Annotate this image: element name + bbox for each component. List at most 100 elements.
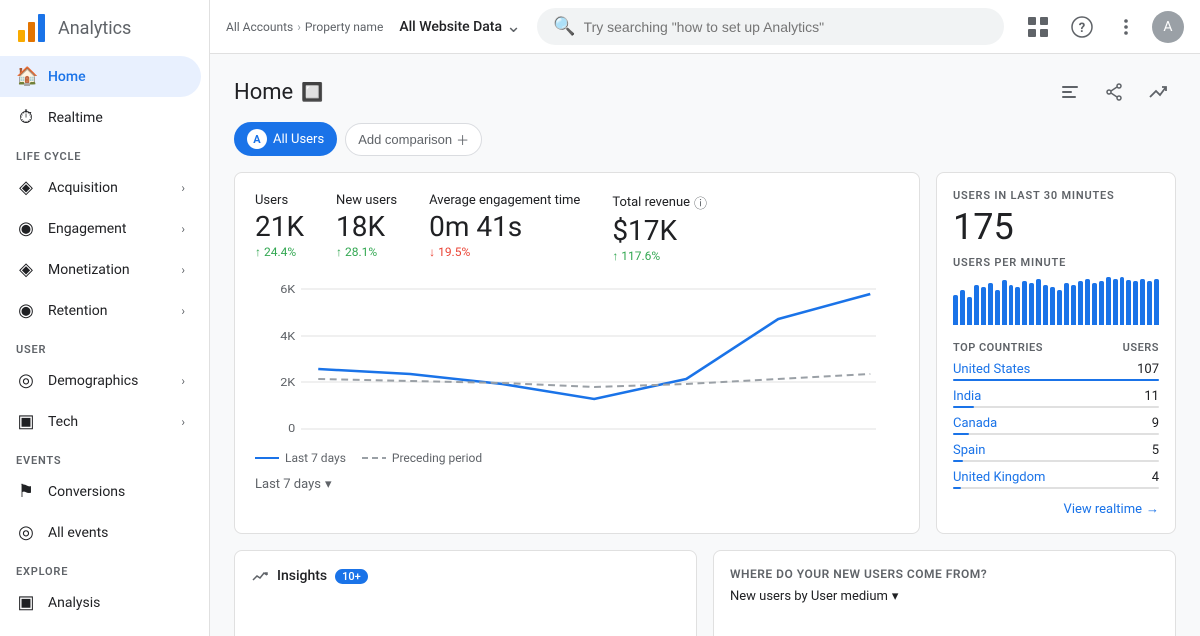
content-area: Home 🔲 A All Users Add [210,54,1200,636]
page-header: Home 🔲 [234,54,1176,122]
breadcrumb-separator-1: › [297,20,301,34]
insights-label: Insights [277,568,327,584]
chart-area: 6K 4K 2K 0 30 Sep 01 Oct 02 03 04 05 06 [255,279,899,439]
avatar-initial: A [1163,19,1172,35]
line-chart-svg: 6K 4K 2K 0 30 Sep 01 Oct 02 03 04 05 06 [255,279,899,439]
trend-button[interactable] [1140,74,1176,110]
country-row: Canada 9 [953,416,1159,435]
sidebar-item-acquisition[interactable]: ◈ Acquisition › [0,167,201,208]
section-explore: EXPLORE [0,553,209,582]
metric-new-users-value: 18K [336,210,397,243]
realtime-bar [1071,285,1076,325]
monetization-expand-arrow: › [181,263,185,277]
logo-area: Analytics [0,0,209,56]
country-bar-fill [953,379,1159,381]
svg-text:0: 0 [288,422,295,435]
sidebar-item-conversions[interactable]: ⚑ Conversions [0,471,201,512]
new-users-dropdown-label: New users by User medium [730,589,888,604]
page-title: Home [234,80,293,105]
time-range-button[interactable]: Last 7 days ▾ [255,477,899,492]
share-icon [1104,82,1124,102]
svg-text:?: ? [1079,21,1085,36]
svg-text:01: 01 [404,438,417,439]
country-name[interactable]: Canada [953,416,997,431]
sidebar-item-realtime-label: Realtime [48,110,103,126]
sidebar-item-engagement-label: Engagement [48,221,126,237]
new-users-dropdown-chevron: ▾ [892,589,899,604]
sidebar-item-tech[interactable]: ▣ Tech › [0,401,201,442]
main-area: All Accounts › Property name All Website… [210,0,1200,636]
all-users-label: All Users [273,132,324,147]
metric-engagement-value: 0m 41s [429,210,580,243]
realtime-card: USERS IN LAST 30 MINUTES 175 USERS PER M… [936,172,1176,534]
realtime-bar [967,297,972,325]
new-users-dropdown[interactable]: New users by User medium ▾ [730,589,1159,604]
country-name[interactable]: India [953,389,981,404]
bottom-cards-row: Insights 10+ WHERE DO YOUR NEW USERS COM… [234,550,1176,636]
realtime-bar [1078,281,1083,325]
svg-text:2K: 2K [280,376,296,389]
search-bar[interactable]: 🔍 [537,8,1004,45]
breadcrumb-property[interactable]: Property name [305,20,383,34]
metric-users-change: ↑ 24.4% [255,245,304,259]
realtime-sub-label: USERS PER MINUTE [953,256,1159,269]
property-selector[interactable]: All Website Data ⌄ [399,16,521,37]
legend-current-label: Last 7 days [285,451,346,465]
svg-text:30: 30 [312,438,325,439]
country-count: 11 [1144,389,1159,404]
more-vert-icon [1115,16,1137,38]
home-icon: 🏠 [16,66,36,87]
metric-revenue-value: $17K [612,214,707,247]
acquisition-expand-arrow: › [181,181,185,195]
sidebar-item-engagement[interactable]: ◉ Engagement › [0,208,201,249]
realtime-bar [1009,285,1014,325]
apps-icon-button[interactable] [1020,9,1056,45]
country-row: United States 107 [953,362,1159,381]
realtime-bar [974,285,979,325]
sidebar-item-realtime[interactable]: ⏱ Realtime [0,97,201,138]
sidebar-item-retention[interactable]: ◉ Retention › [0,290,201,331]
apps-grid-icon [1027,16,1049,38]
help-icon-button[interactable]: ? [1064,9,1100,45]
countries-list: United States 107 India 11 Canada 9 [953,362,1159,489]
all-users-chip[interactable]: A All Users [234,122,337,156]
country-name[interactable]: United States [953,362,1030,377]
add-comparison-button[interactable]: Add comparison ＋ [345,123,482,156]
sidebar-item-analysis[interactable]: ▣ Analysis [0,582,201,623]
metric-new-users-change: ↑ 28.1% [336,245,397,259]
metric-users-label: Users [255,193,304,208]
breadcrumb-all-accounts[interactable]: All Accounts [226,20,293,34]
country-name[interactable]: United Kingdom [953,470,1045,485]
realtime-bar [1057,290,1062,325]
view-realtime-link[interactable]: View realtime → [953,501,1159,517]
topbar-actions: ? A [1020,9,1184,45]
country-name[interactable]: Spain [953,443,985,458]
realtime-bar [953,295,958,325]
more-options-button[interactable] [1108,9,1144,45]
metrics-row: Users 21K ↑ 24.4% New users 18K ↑ 28.1% … [255,193,899,263]
metric-revenue-label: Total revenue ⓘ [612,193,707,212]
sidebar-item-demographics-label: Demographics [48,373,138,389]
page-header-actions [1052,74,1176,110]
add-comparison-label: Add comparison [358,132,452,147]
sidebar-navigation: 🏠 Home ⏱ Realtime LIFE CYCLE ◈ Acquisiti… [0,56,209,636]
sidebar-item-home[interactable]: 🏠 Home [0,56,201,97]
customize-button[interactable] [1052,74,1088,110]
customize-icon [1060,82,1080,102]
user-avatar[interactable]: A [1152,11,1184,43]
realtime-bar [995,290,1000,325]
share-button[interactable] [1096,74,1132,110]
metric-users-value: 21K [255,210,304,243]
svg-text:02: 02 [496,438,509,439]
sidebar-item-demographics[interactable]: ◎ Demographics › [0,360,201,401]
conversions-icon: ⚑ [16,481,36,502]
search-icon: 🔍 [553,16,575,37]
search-input[interactable] [584,19,988,35]
insights-badge: 10+ [335,569,368,584]
svg-text:6K: 6K [280,283,296,296]
sidebar-item-monetization[interactable]: ◈ Monetization › [0,249,201,290]
sidebar-item-all-events[interactable]: ◎ All events [0,512,201,553]
country-bar-bg [953,433,1159,435]
page-title-edit-icon[interactable]: 🔲 [301,82,323,103]
app-title: Analytics [58,18,131,39]
